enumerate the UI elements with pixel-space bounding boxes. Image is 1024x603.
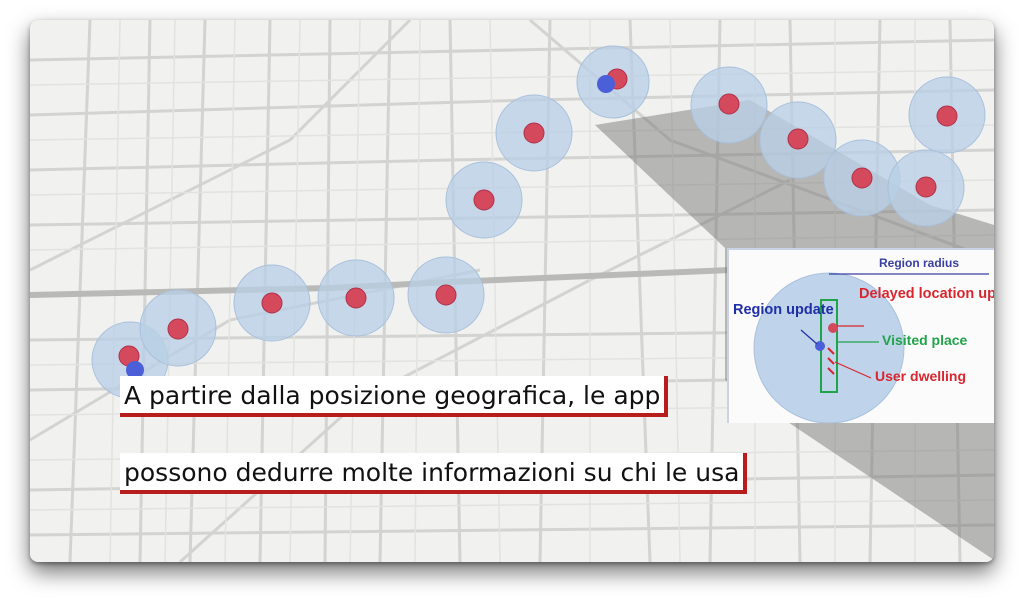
visit-marker (261, 292, 283, 314)
slide-frame: Region radius Delayed location update Vi… (30, 20, 994, 562)
legend-delayed-update: Delayed location update (859, 286, 994, 302)
visit-marker (473, 189, 495, 211)
visit-marker (167, 318, 189, 340)
visit-marker (345, 287, 367, 309)
visit-marker (787, 128, 809, 150)
legend-user-dwelling: User dwelling (875, 368, 967, 384)
legend-region-radius: Region radius (879, 256, 960, 270)
visit-marker (915, 176, 937, 198)
visit-marker (718, 93, 740, 115)
legend-visit-marker (828, 323, 838, 333)
visit-marker (851, 167, 873, 189)
visit-marker (435, 284, 457, 306)
region-update-marker (597, 75, 615, 93)
legend-update-marker (815, 341, 825, 351)
legend-visited-place: Visited place (882, 332, 968, 348)
visit-marker (523, 122, 545, 144)
caption-line-2: possono dedurre molte informazioni su ch… (120, 453, 748, 494)
legend-inset: Region radius Delayed location update Vi… (727, 248, 994, 423)
legend-region-update: Region update (733, 302, 834, 318)
visit-marker (936, 105, 958, 127)
caption-line-1: A partire dalla posizione geografica, le… (120, 376, 669, 417)
